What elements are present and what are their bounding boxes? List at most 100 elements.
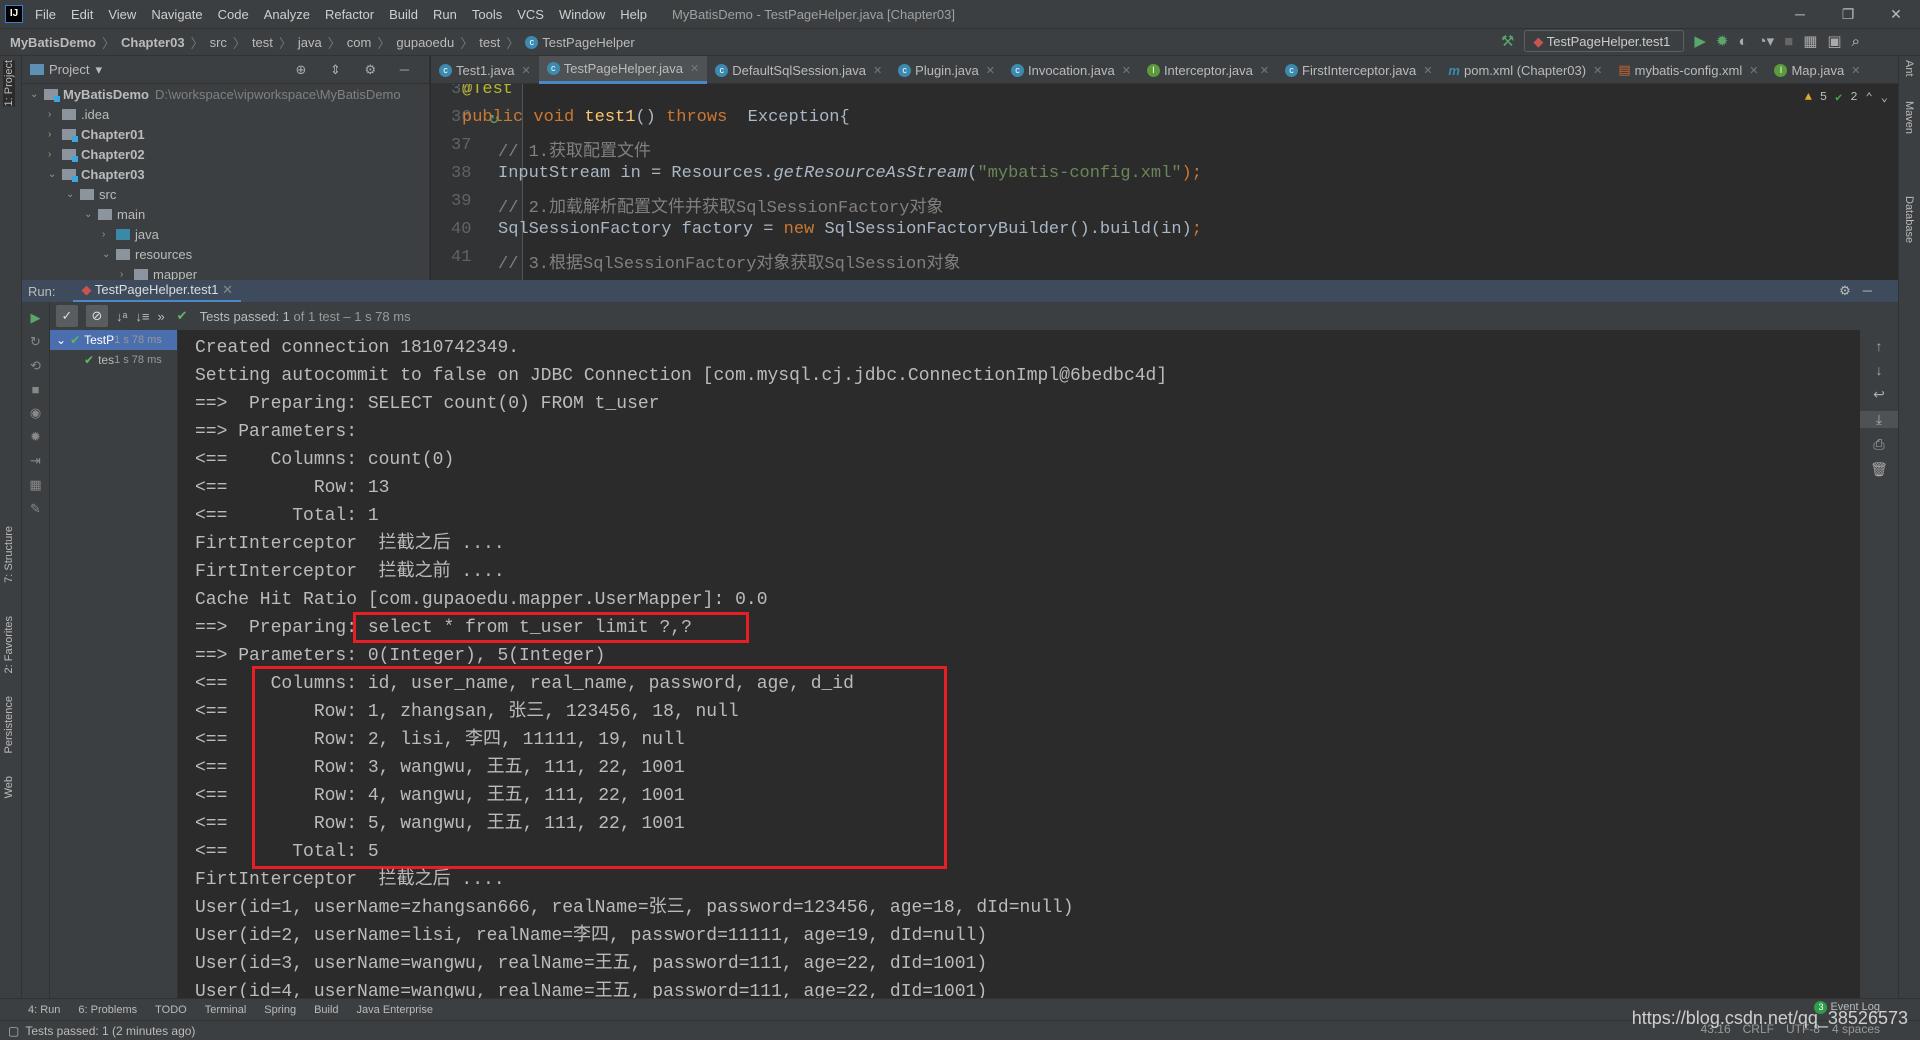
editor-tab[interactable]: c Test1.java ✕: [431, 56, 539, 84]
menu-view[interactable]: View: [108, 7, 136, 22]
tree-item[interactable]: ⌄ main: [22, 204, 429, 224]
tool-window-web[interactable]: Web: [3, 776, 15, 798]
debug-icon[interactable]: ✹: [1716, 32, 1729, 50]
menu-build[interactable]: Build: [389, 7, 418, 22]
tool-tab-run[interactable]: 4: Run: [28, 1004, 60, 1016]
breadcrumb-item[interactable]: TestPageHelper: [542, 35, 635, 50]
menu-code[interactable]: Code: [218, 7, 249, 22]
close-tab-icon[interactable]: ✕: [873, 64, 882, 77]
editor-tab[interactable]: I Interceptor.java ✕: [1139, 56, 1277, 84]
tool-tab-todo[interactable]: TODO: [155, 1004, 187, 1016]
editor-tab[interactable]: ▤ mybatis-config.xml ✕: [1610, 56, 1766, 84]
editor-tab[interactable]: I Map.java ✕: [1766, 56, 1868, 84]
profile-icon[interactable]: ◔▾: [1758, 32, 1775, 50]
menu-tools[interactable]: Tools: [472, 7, 502, 22]
tree-item[interactable]: › java: [22, 224, 429, 244]
menu-edit[interactable]: Edit: [71, 7, 93, 22]
chevron-icon[interactable]: ⌄: [66, 189, 80, 200]
editor-tab[interactable]: c TestPageHelper.java ✕: [538, 56, 708, 84]
debug-icon[interactable]: ✹: [22, 429, 49, 445]
pin-icon[interactable]: ✎: [22, 501, 49, 517]
tool-window-database[interactable]: Database: [1903, 196, 1915, 243]
tool-tab-problems[interactable]: 6: Problems: [78, 1004, 137, 1016]
chevron-icon[interactable]: ›: [120, 269, 134, 280]
tree-item[interactable]: ⌄ resources: [22, 244, 429, 264]
close-tab-icon[interactable]: ✕: [1593, 64, 1602, 77]
menu-refactor[interactable]: Refactor: [325, 7, 374, 22]
console-output[interactable]: Created connection 1810742349. Setting au…: [178, 330, 1860, 998]
toggle-auto-test-icon[interactable]: ⟲: [22, 358, 49, 374]
tree-item[interactable]: ⌄ src: [22, 184, 429, 204]
close-tab-icon[interactable]: ✕: [986, 64, 995, 77]
chevron-down-icon[interactable]: ⌄: [56, 333, 66, 347]
menu-window[interactable]: Window: [559, 7, 605, 22]
build-hammer-icon[interactable]: ⚒: [1501, 32, 1514, 50]
menu-run[interactable]: Run: [433, 7, 457, 22]
chevron-icon[interactable]: ⌄: [48, 169, 62, 180]
close-tab-icon[interactable]: ✕: [690, 62, 699, 75]
chevron-icon[interactable]: ›: [102, 229, 116, 240]
print-icon[interactable]: ⎙: [1860, 436, 1898, 453]
menu-navigate[interactable]: Navigate: [151, 7, 202, 22]
soft-wrap-icon[interactable]: ↩: [1860, 386, 1898, 403]
run-panel-settings[interactable]: ⚙─: [1839, 283, 1884, 299]
breadcrumb-item[interactable]: test: [479, 35, 500, 50]
breadcrumb-item[interactable]: src: [210, 35, 227, 50]
tool-window-project[interactable]: 1: Project: [3, 60, 15, 107]
panel-actions[interactable]: ⊕ ⇕ ⚙ ─: [296, 62, 420, 78]
chevron-icon[interactable]: ›: [48, 129, 62, 140]
run-configuration-select[interactable]: ◆ TestPageHelper.test1 ▾: [1524, 30, 1685, 66]
breadcrumb-item[interactable]: java: [298, 35, 322, 50]
tool-window-ant[interactable]: Ant: [1903, 60, 1915, 77]
tool-window-favorites[interactable]: 2: Favorites: [3, 616, 15, 673]
chevron-icon[interactable]: ⌄: [84, 209, 98, 220]
more-icon[interactable]: »: [157, 309, 164, 324]
layout-icon[interactable]: ▦: [22, 477, 49, 493]
run-icon[interactable]: ▶: [1694, 32, 1706, 50]
chevron-icon[interactable]: ⌄: [102, 249, 116, 260]
tool-window-maven[interactable]: Maven: [1903, 101, 1915, 134]
chevron-up-icon[interactable]: ⌃: [1866, 90, 1873, 105]
menu-analyze[interactable]: Analyze: [264, 7, 310, 22]
editor-tab[interactable]: m pom.xml (Chapter03) ✕: [1440, 56, 1610, 84]
test-item[interactable]: ⌄ ✔ TestP 1 s 78 ms: [50, 330, 177, 350]
tree-item[interactable]: ⌄ MyBatisDemo D:\workspace\vipworkspace\My…: [22, 84, 429, 104]
menu-vcs[interactable]: VCS: [517, 7, 544, 22]
tool-tab-javaenterprise[interactable]: Java Enterprise: [357, 1004, 433, 1016]
tool-window-persistence[interactable]: Persistence: [3, 696, 15, 753]
camera-icon[interactable]: ◉: [22, 405, 49, 421]
close-tab-icon[interactable]: ✕: [522, 64, 531, 77]
tree-item[interactable]: › .idea: [22, 104, 429, 124]
editor-tab[interactable]: c Plugin.java ✕: [890, 56, 1003, 84]
breadcrumb-item[interactable]: MyBatisDemo: [10, 35, 96, 50]
breadcrumb-item[interactable]: com: [347, 35, 372, 50]
terminal-window-icon[interactable]: ▣: [1827, 32, 1841, 50]
close-icon[interactable]: ✕: [1872, 0, 1920, 28]
coverage-icon[interactable]: ◐: [1739, 33, 1748, 50]
search-icon[interactable]: ⌕: [1852, 33, 1860, 50]
arrow-down-icon[interactable]: ↓: [1860, 362, 1898, 378]
close-tab-icon[interactable]: ✕: [1122, 64, 1131, 77]
close-tab-icon[interactable]: ✕: [1851, 64, 1860, 77]
import-icon[interactable]: ⇥: [22, 453, 49, 469]
sort-duration-icon[interactable]: ↓≡: [135, 309, 149, 324]
run-tab[interactable]: ◆ TestPageHelper.test1 ✕: [73, 280, 241, 302]
chevron-icon[interactable]: ⌄: [30, 89, 44, 100]
arrow-up-icon[interactable]: ↑: [1860, 338, 1898, 354]
project-structure-icon[interactable]: ▦: [1803, 32, 1817, 50]
stop-icon[interactable]: ■: [22, 382, 49, 397]
editor-tab[interactable]: c FirstInterceptor.java ✕: [1277, 56, 1440, 84]
close-tab-icon[interactable]: ✕: [1749, 64, 1758, 77]
trash-icon[interactable]: 🗑: [1860, 461, 1898, 478]
menu-help[interactable]: Help: [620, 7, 647, 22]
tool-tab-build[interactable]: Build: [314, 1004, 338, 1016]
editor-tab[interactable]: c DefaultSqlSession.java ✕: [707, 56, 890, 84]
breadcrumb-item[interactable]: test: [252, 35, 273, 50]
chevron-icon[interactable]: ›: [48, 149, 62, 160]
menu-file[interactable]: File: [35, 7, 56, 22]
show-passed-icon[interactable]: ✓: [56, 305, 78, 327]
breadcrumb-item[interactable]: gupaoedu: [396, 35, 454, 50]
close-tab-icon[interactable]: ✕: [1423, 64, 1432, 77]
show-ignored-icon[interactable]: ⊘: [86, 305, 108, 327]
chevron-icon[interactable]: ›: [48, 109, 62, 120]
